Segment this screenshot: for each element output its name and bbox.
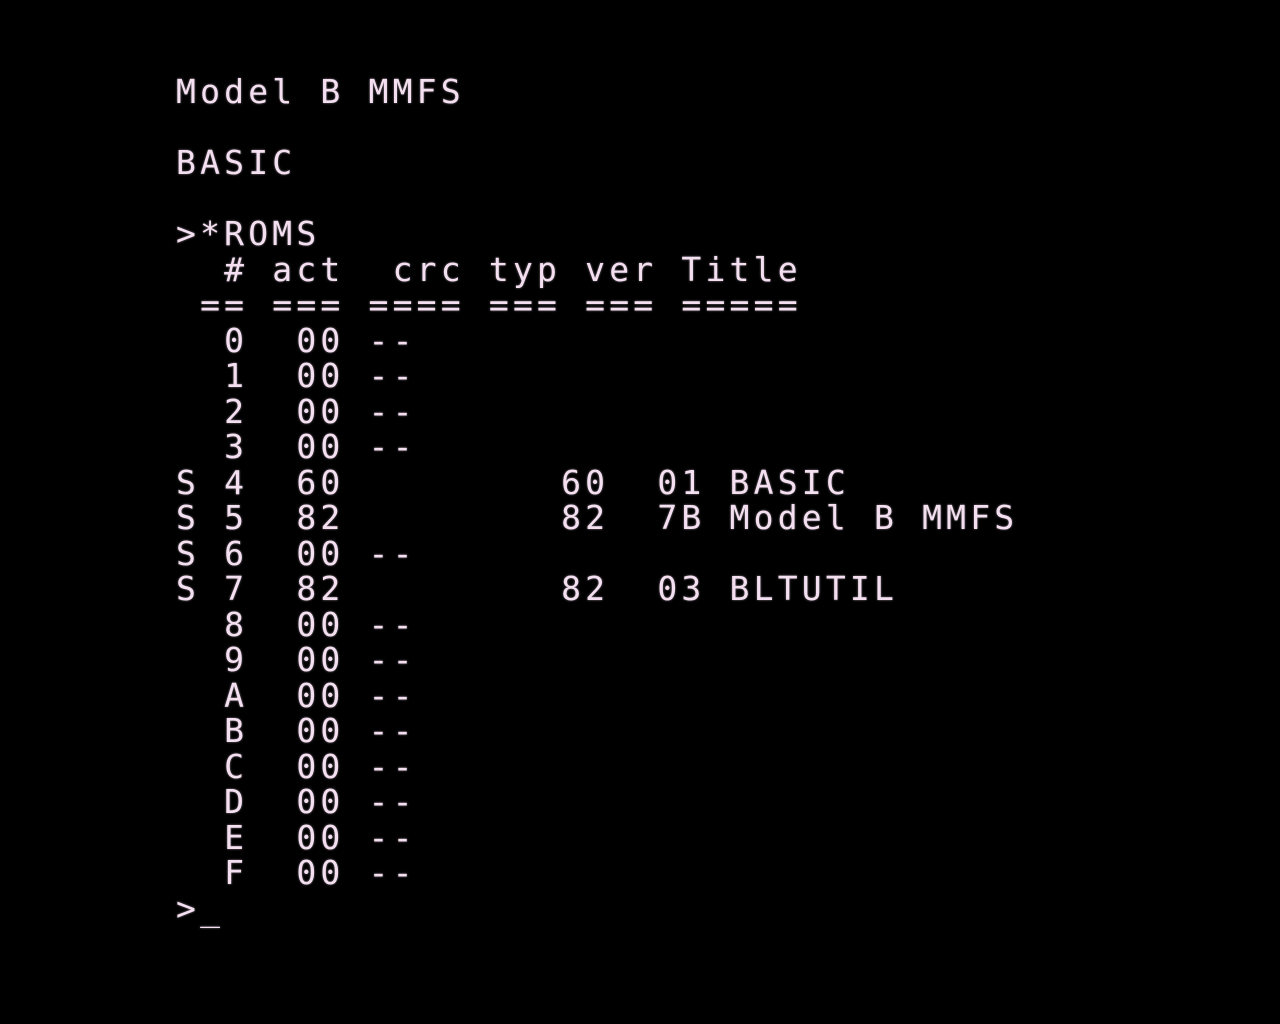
rom-row: S 5 82 82 7B Model B MMFS [176, 498, 1019, 537]
rom-row: 3 00 -- [176, 427, 417, 466]
language-line: BASIC [176, 143, 297, 182]
rom-row: S 7 82 82 03 BLTUTIL [176, 569, 899, 608]
rom-row: A 00 -- [176, 676, 417, 715]
input-prompt-line[interactable]: >_ [176, 891, 224, 926]
command-line: >*ROMS [176, 214, 321, 253]
rom-row: 8 00 -- [176, 605, 417, 644]
rom-row: B 00 -- [176, 711, 417, 750]
table-rule: == === ==== === === ===== [176, 285, 802, 324]
text-cursor: _ [200, 889, 225, 928]
rom-row: E 00 -- [176, 818, 417, 857]
table-header: # act crc typ ver Title [176, 250, 802, 289]
rom-row: C 00 -- [176, 747, 417, 786]
banner-line: Model B MMFS [176, 72, 465, 111]
rom-row: D 00 -- [176, 782, 417, 821]
rom-row: S 4 60 60 01 BASIC [176, 463, 850, 502]
rom-row: F 00 -- [176, 853, 417, 892]
terminal-screen[interactable]: Model B MMFS BASIC >*ROMS # act crc typ … [0, 0, 1280, 1024]
rom-row: 9 00 -- [176, 640, 417, 679]
prompt-symbol: > [176, 889, 201, 928]
rom-row: 2 00 -- [176, 392, 417, 431]
rom-row: 0 00 -- [176, 321, 417, 360]
rom-row: S 6 00 -- [176, 534, 417, 573]
rom-row: 1 00 -- [176, 356, 417, 395]
